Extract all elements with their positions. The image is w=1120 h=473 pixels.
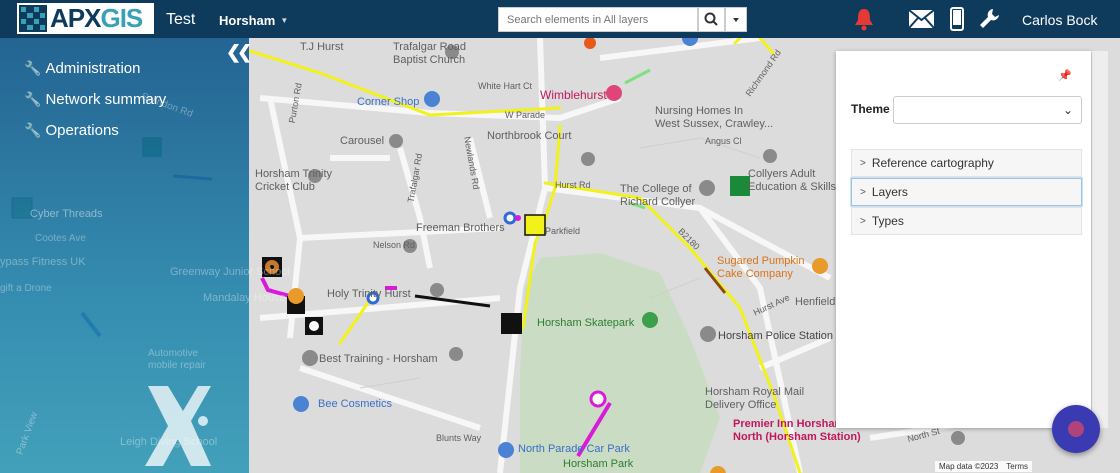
top-bar: APXGIS Test Horsham ▼ Carlos Bock (0, 0, 1120, 38)
fab-button[interactable] (1052, 405, 1100, 453)
map-label: Cootes Ave (35, 233, 86, 244)
caret-down-icon: ▼ (280, 16, 289, 25)
map-label: Angus Cl (705, 136, 742, 146)
search-icon (704, 12, 718, 26)
wrench-icon[interactable] (978, 7, 1000, 29)
map-label: Sugared Pumpkin Cake Company (717, 255, 805, 280)
sidebar-item-label: Network summary (45, 91, 167, 108)
map-label: Freeman Brothers (416, 222, 505, 234)
map-label: Automotive mobile repair (148, 348, 206, 371)
map-label: Corner Shop (357, 96, 420, 108)
city-selector[interactable]: Horsham ▼ (219, 13, 288, 28)
map-label: Mandalay House (203, 292, 286, 304)
map-label: Northbrook Court (487, 130, 572, 142)
map-label: Carousel (340, 135, 385, 147)
map-label: Nelson Rd (373, 240, 416, 250)
map-label: Holy Trinity Hurst (327, 288, 411, 300)
sidebar-item-label: Administration (45, 60, 141, 77)
sidebar: Swindon Rd Cyber Threads Cootes Ave ypas… (0, 38, 290, 473)
map-label: Horsham Skatepark (537, 317, 635, 329)
logo-text-accent: GIS (100, 3, 143, 33)
mobile-icon[interactable] (950, 7, 964, 31)
terms-link[interactable]: Terms (1006, 462, 1028, 471)
pin-icon[interactable]: 📌 (1058, 69, 1072, 82)
map-label: Horsham Royal Mail Delivery Office (705, 386, 805, 411)
attribution-text: Map data ©2023 (939, 462, 999, 471)
map-attribution: Map data ©2023 Terms (935, 461, 1033, 472)
layers-panel: 📌 Theme ⌄ > Reference cartography > Laye… (836, 51, 1091, 428)
map-label: Horsham Park (563, 458, 634, 470)
double-chevron-left-icon[interactable]: ❮❮ (226, 42, 252, 63)
map-label: Parkfield (545, 226, 581, 236)
theme-select[interactable]: ⌄ (893, 96, 1082, 124)
sidebar-item-label: Operations (45, 122, 119, 139)
accordion-label: Types (871, 214, 904, 228)
search-input[interactable] (498, 7, 698, 32)
user-name[interactable]: Carlos Bock (1022, 12, 1097, 28)
search-button[interactable] (698, 7, 725, 32)
map-label: Park View (14, 410, 41, 457)
accordion-reference-cartography[interactable]: > Reference cartography (851, 149, 1082, 177)
chevron-down-icon: ⌄ (1062, 103, 1073, 117)
accordion-layers[interactable]: > Layers (851, 178, 1082, 206)
city-label: Horsham (219, 13, 276, 28)
accordion-label: Reference cartography (871, 156, 994, 170)
map-label: North Parade Car Park (518, 443, 630, 455)
map-label: Bee Cosmetics (318, 398, 392, 410)
map-label: Best Training - Horsham (319, 353, 438, 365)
mail-icon[interactable] (908, 9, 935, 29)
map-label: Hurst Rd (555, 180, 591, 190)
map-label: W Parade (505, 110, 546, 120)
wrench-icon: 🔧 (24, 122, 42, 138)
accordion-types[interactable]: > Types (851, 207, 1082, 235)
brand-x-logo (145, 386, 211, 466)
map-label: Wimblehurst (540, 88, 607, 102)
map-label: ypass Fitness UK (0, 256, 86, 268)
chevron-right-icon: > (860, 157, 866, 169)
record-icon (1068, 421, 1084, 437)
map-label: White Hart Ct (478, 81, 533, 91)
map-label: Horsham Trinity Cricket Club (255, 168, 333, 193)
chevron-right-icon: > (860, 186, 866, 198)
sidebar-item-administration[interactable]: 🔧 Administration (24, 60, 140, 77)
caret-down-icon (733, 18, 739, 22)
map-label: The College of Richard Collyer (620, 183, 696, 208)
accordion-label: Layers (871, 185, 908, 199)
panel-scrollbar[interactable] (1092, 51, 1108, 428)
wrench-icon: 🔧 (24, 60, 42, 76)
map-label: Greenway Junior School (170, 266, 290, 278)
sidebar-item-operations[interactable]: 🔧 Operations (24, 122, 119, 139)
map-label: T.J Hurst (300, 41, 344, 53)
bell-icon[interactable] (852, 6, 876, 32)
sidebar-item-network-summary[interactable]: 🔧 Network summary (24, 91, 166, 108)
map-label: Trafalgar Road Baptist Church (393, 41, 466, 66)
map-label: Collyers Adult Education & Skills (748, 168, 837, 193)
map-label: Blunts Way (436, 433, 482, 443)
map-label: Nursing Homes In West Sussex, Crawley... (655, 105, 774, 130)
chevron-right-icon: > (860, 215, 866, 227)
search-scope-dropdown[interactable] (725, 7, 747, 32)
map-label: Cyber Threads (30, 208, 103, 220)
app-logo[interactable]: APXGIS (17, 3, 154, 34)
map-label: Horsham Police Station (718, 330, 833, 342)
theme-label: Theme (851, 102, 890, 116)
logo-mark-icon (19, 5, 47, 32)
wrench-icon: 🔧 (24, 91, 42, 107)
logo-text: APX (50, 3, 101, 33)
map-label: gift a Drone (0, 283, 52, 294)
project-name[interactable]: Test (166, 11, 195, 29)
